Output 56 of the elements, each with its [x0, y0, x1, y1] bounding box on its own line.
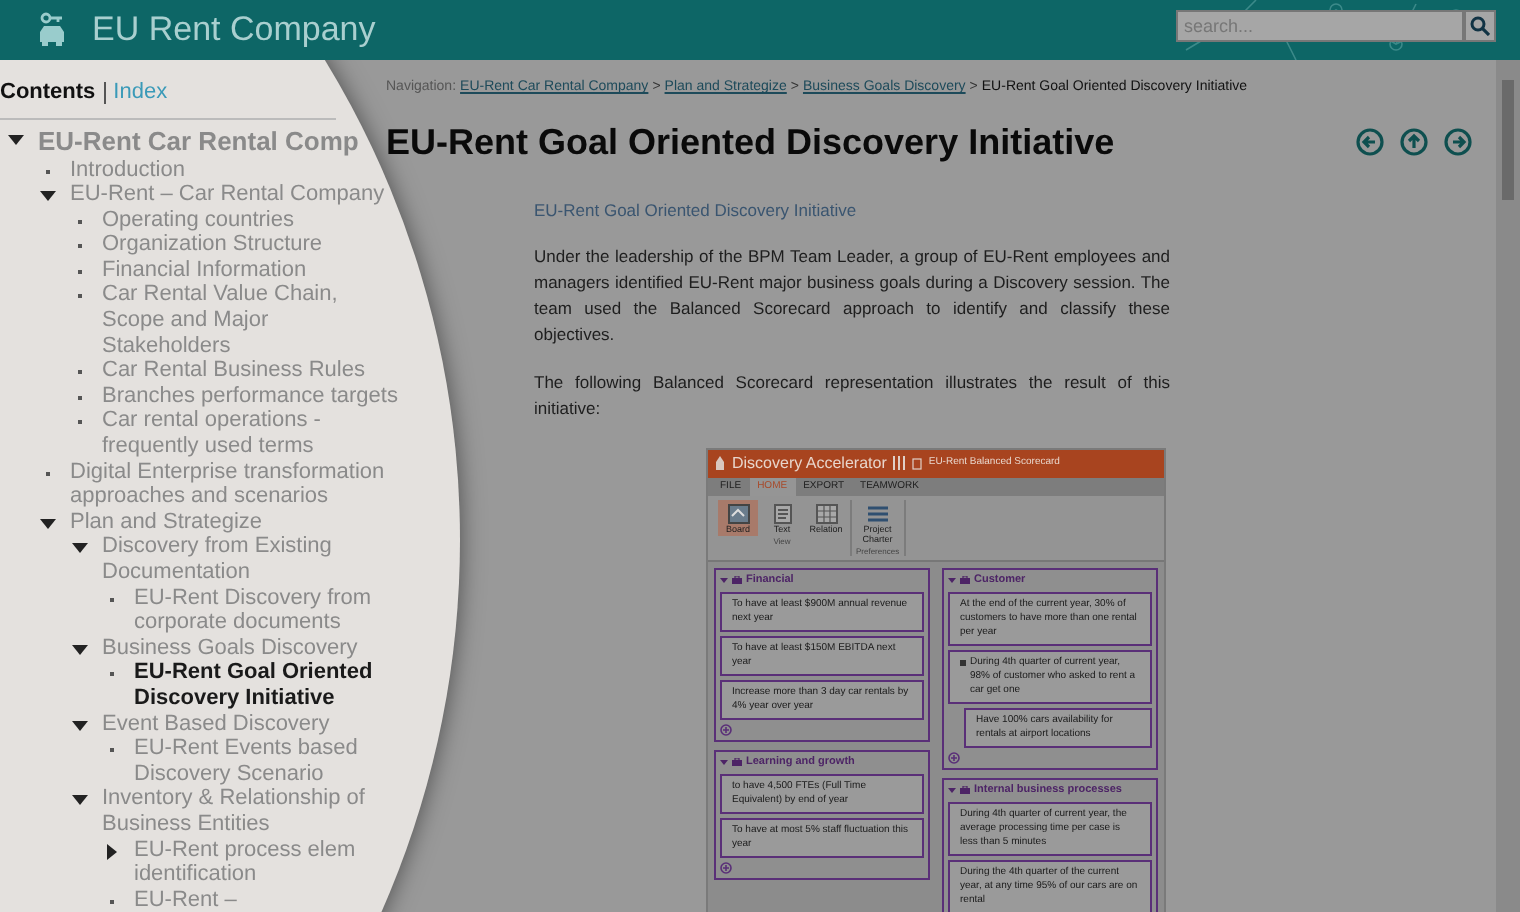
expanded-arrow-icon[interactable]: [72, 792, 88, 809]
app-title: Discovery Accelerator: [732, 452, 887, 476]
toc-link[interactable]: Financial Information: [102, 257, 307, 283]
toc-link[interactable]: EU-Rent process elem identification: [134, 837, 400, 888]
expanded-arrow-icon[interactable]: [72, 641, 88, 658]
toc-link[interactable]: EU-Rent Car Rental Comp: [38, 125, 359, 157]
previous-icon[interactable]: [1356, 128, 1384, 156]
expanded-arrow-icon[interactable]: [8, 131, 24, 147]
expanded-arrow-icon[interactable]: [72, 717, 88, 734]
grid-icon[interactable]: [892, 456, 907, 470]
sidebar-tab[interactable]: Index: [103, 81, 168, 104]
toc-link[interactable]: Organization Structure: [102, 232, 323, 258]
toc-link[interactable]: Branches performance targets: [102, 383, 398, 409]
site-title: EU Rent Company: [92, 8, 376, 53]
toc-link[interactable]: Car Rental Value Chain, Scope and Major Stakeholders: [102, 282, 400, 359]
toc-link[interactable]: Car Rental Business Rules: [102, 358, 365, 384]
toc-link[interactable]: Digital Enterprise transformation approaches and scenarios: [70, 459, 400, 510]
toc-link[interactable]: Business Goals Discovery: [102, 635, 358, 661]
search-icon: [1470, 16, 1490, 36]
body-paragraph: The following Balanced Scorecard representation illustrates the result of this initiative:: [534, 369, 1170, 421]
toc-link[interactable]: EU-Rent –: [134, 887, 237, 912]
toc-link[interactable]: Operating countries: [102, 207, 294, 233]
briefcase-icon: [960, 576, 970, 584]
add-icon[interactable]: [720, 861, 732, 873]
toc-link[interactable]: EU-Rent Discovery from corporate documents: [134, 585, 400, 636]
search-button[interactable]: [1464, 10, 1496, 42]
car-icon: [36, 12, 68, 48]
toc-link[interactable]: Inventory & Relationship of Business Entities: [102, 786, 400, 838]
toc-link[interactable]: EU-Rent Events based Discovery Scenario: [134, 736, 400, 787]
add-icon[interactable]: [948, 751, 960, 763]
document-icon: [773, 503, 791, 523]
sidebar-tab[interactable]: Contents: [0, 76, 96, 109]
document-icon: [912, 457, 923, 469]
next-icon[interactable]: [1444, 128, 1472, 156]
toc-link[interactable]: Car rental operations - frequently used terms: [102, 408, 400, 460]
page-subtitle: EU-Rent Goal Oriented Discovery Initiative: [534, 197, 859, 223]
toc-link[interactable]: Introduction: [70, 157, 185, 183]
up-icon[interactable]: [1400, 128, 1428, 156]
add-icon[interactable]: [720, 723, 732, 735]
collapsed-arrow-icon[interactable]: [104, 843, 120, 860]
scrollbar-thumb[interactable]: [1502, 80, 1514, 200]
rocket-icon: [714, 455, 726, 471]
briefcase-icon: [960, 786, 970, 794]
toc-link[interactable]: Event Based Discovery: [102, 711, 330, 737]
board-icon: [727, 503, 749, 523]
toc-link[interactable]: EU-Rent Goal Oriented Discovery Initiative: [134, 660, 400, 712]
briefcase-icon: [732, 758, 742, 766]
table-icon: [815, 503, 837, 523]
toc-link[interactable]: EU-Rent – Car Rental Company: [70, 182, 385, 208]
menu-icon: [867, 503, 888, 523]
body-paragraph: Under the leadership of the BPM Team Leader, a group of EU-Rent employees and managers identified EU-Rent major business goals during a Discovery session. The team used the Balanced Scorecard approach to identify and classify these objectives.: [534, 243, 1170, 347]
toc-link[interactable]: Discovery from Existing Documentation: [102, 534, 400, 586]
toc-link[interactable]: Plan and Strategize: [70, 509, 263, 535]
page-title: EU-Rent Goal Oriented Discovery Initiative: [386, 119, 1115, 166]
briefcase-icon: [732, 576, 742, 584]
expanded-arrow-icon[interactable]: [40, 188, 56, 205]
